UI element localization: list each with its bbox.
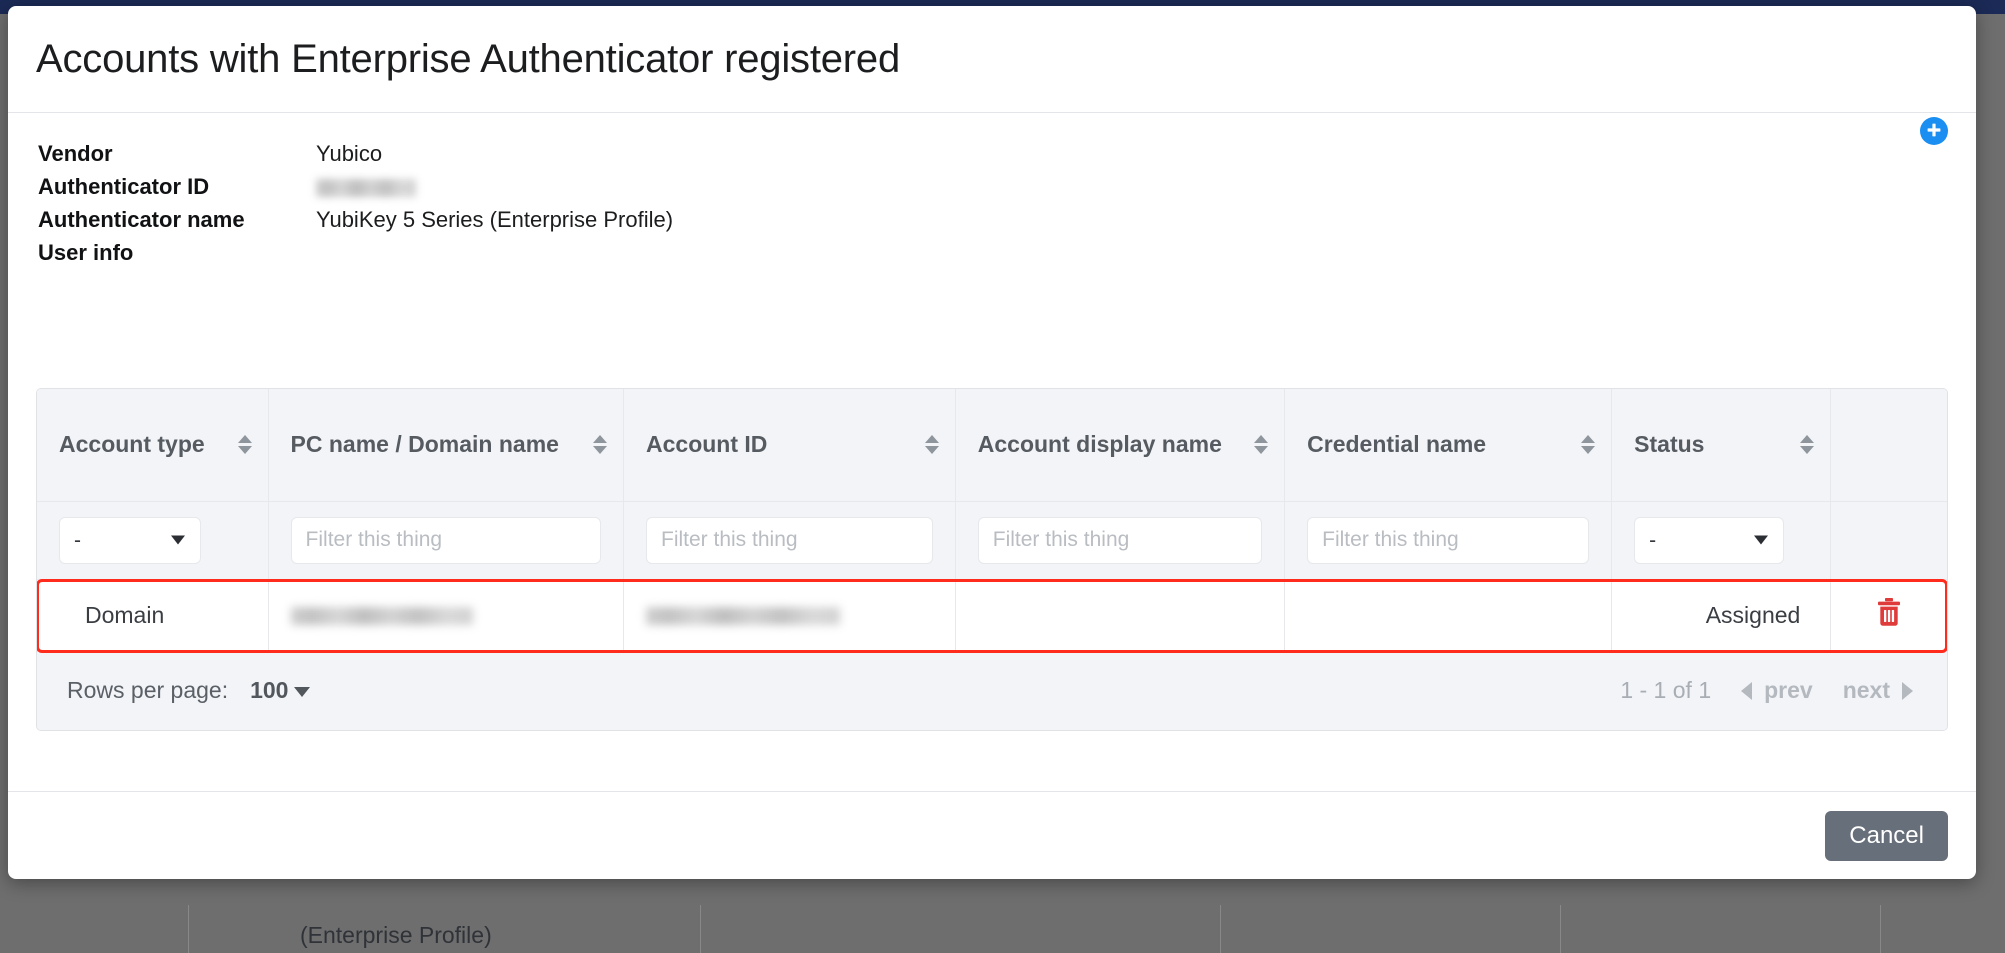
redacted-authenticator-id [316, 179, 416, 198]
authenticator-details: Vendor Yubico Authenticator ID Authentic… [38, 141, 1948, 273]
detail-value-authenticator-name: YubiKey 5 Series (Enterprise Profile) [316, 207, 674, 232]
chevron-left-icon [1741, 681, 1753, 700]
detail-value-authenticator-id [316, 174, 416, 200]
pagination-range: 1 - 1 of 1 [1620, 677, 1712, 703]
trash-icon [1876, 597, 1902, 627]
filter-input-account-display-name[interactable] [977, 516, 1263, 564]
filter-cell-pc-domain-name [268, 501, 625, 580]
column-label-account-id: Account ID [646, 431, 768, 458]
next-page-label: next [1842, 677, 1890, 703]
column-label-credential-name: Credential name [1307, 431, 1487, 458]
column-header-pc-domain-name[interactable]: PC name / Domain name [268, 389, 625, 502]
modal-body: Vendor Yubico Authenticator ID Authentic… [8, 113, 1976, 791]
column-label-account-type: Account type [59, 431, 205, 458]
next-page-button[interactable]: next [1843, 677, 1913, 704]
detail-label-authenticator-name: Authenticator name [38, 207, 245, 232]
column-header-account-id[interactable]: Account ID [623, 389, 956, 502]
delete-row-button[interactable] [1876, 597, 1902, 627]
cell-status: Assigned [1611, 579, 1832, 652]
rows-per-page-label: Rows per page: [67, 677, 229, 703]
filter-cell-account-id [623, 501, 956, 580]
background-partial-text: (Enterprise Profile) [300, 922, 492, 948]
filter-select-account-type[interactable]: - [59, 516, 201, 564]
detail-label-authenticator-id: Authenticator ID [38, 174, 210, 199]
filter-row: - Filter this thing Filter this thing Fi… [37, 501, 1947, 580]
chevron-down-icon [294, 687, 311, 697]
column-header-status[interactable]: Status [1611, 389, 1832, 502]
prev-page-label: prev [1764, 677, 1813, 703]
sort-icon-credential-name[interactable] [1581, 432, 1596, 458]
cell-actions [1830, 579, 1947, 652]
add-account-button[interactable] [1920, 117, 1948, 145]
detail-value-vendor: Yubico [316, 141, 383, 166]
redacted-pc-domain-name [290, 607, 473, 626]
pagination-controls: 1 - 1 of 1 prev next [1620, 677, 1917, 704]
filter-cell-account-display-name [955, 501, 1286, 580]
cell-account-id [623, 579, 956, 652]
table-row[interactable]: Domain Assigned [37, 579, 1947, 652]
filter-input-pc-domain-name[interactable] [290, 516, 601, 564]
prev-page-button[interactable]: prev [1741, 677, 1813, 704]
filter-select-status[interactable]: - [1634, 516, 1785, 564]
accounts-table: Account type PC name / Domain name Accou… [36, 388, 1948, 731]
detail-label-vendor: Vendor [38, 141, 113, 166]
sort-icon-account-display-name[interactable] [1254, 432, 1269, 458]
chevron-right-icon [1902, 681, 1913, 700]
rows-per-page-value: 100 [250, 677, 289, 703]
modal-header: Accounts with Enterprise Authenticator r… [8, 6, 1976, 113]
column-header-account-display-name[interactable]: Account display name [955, 389, 1286, 502]
detail-row-authenticator-name: Authenticator name YubiKey 5 Series (Ent… [38, 207, 1948, 240]
detail-row-vendor: Vendor Yubico [38, 141, 1948, 174]
cell-account-type: Domain [37, 579, 269, 652]
filter-cell-account-type: - [37, 501, 269, 580]
filter-cell-credential-name [1284, 501, 1613, 580]
column-label-account-display-name: Account display name [977, 431, 1222, 458]
filter-input-account-id[interactable] [646, 516, 933, 564]
redacted-account-id [646, 607, 840, 626]
column-label-pc-domain-name: PC name / Domain name [290, 431, 559, 458]
filter-cell-status: - [1611, 501, 1832, 580]
table-footer: Rows per page: 100 1 - 1 of 1 prev next [37, 651, 1947, 730]
column-header-account-type[interactable]: Account type [37, 389, 269, 502]
cell-account-display-name [955, 579, 1286, 652]
accounts-modal: Accounts with Enterprise Authenticator r… [8, 6, 1976, 879]
sort-icon-account-type[interactable] [237, 432, 252, 458]
cell-credential-name [1284, 579, 1613, 652]
detail-row-authenticator-id: Authenticator ID [38, 174, 1948, 207]
sort-icon-account-id[interactable] [924, 432, 939, 458]
column-header-actions [1830, 389, 1947, 502]
cell-pc-domain-name [268, 579, 625, 652]
cancel-button[interactable]: Cancel [1825, 810, 1948, 861]
filter-cell-actions [1830, 501, 1947, 580]
modal-footer: Cancel [8, 791, 1976, 879]
filter-input-credential-name[interactable] [1307, 516, 1590, 564]
rows-per-page-selector[interactable]: 100 [250, 677, 311, 704]
sort-icon-status[interactable] [1800, 432, 1815, 458]
detail-label-user-info: User info [38, 240, 134, 265]
page-title: Accounts with Enterprise Authenticator r… [36, 36, 900, 81]
sort-icon-pc-domain-name[interactable] [593, 432, 607, 458]
column-header-credential-name[interactable]: Credential name [1284, 389, 1613, 502]
plus-circle-icon [1924, 120, 1944, 143]
detail-row-user-info: User info [38, 240, 1948, 273]
column-label-status: Status [1634, 431, 1705, 458]
